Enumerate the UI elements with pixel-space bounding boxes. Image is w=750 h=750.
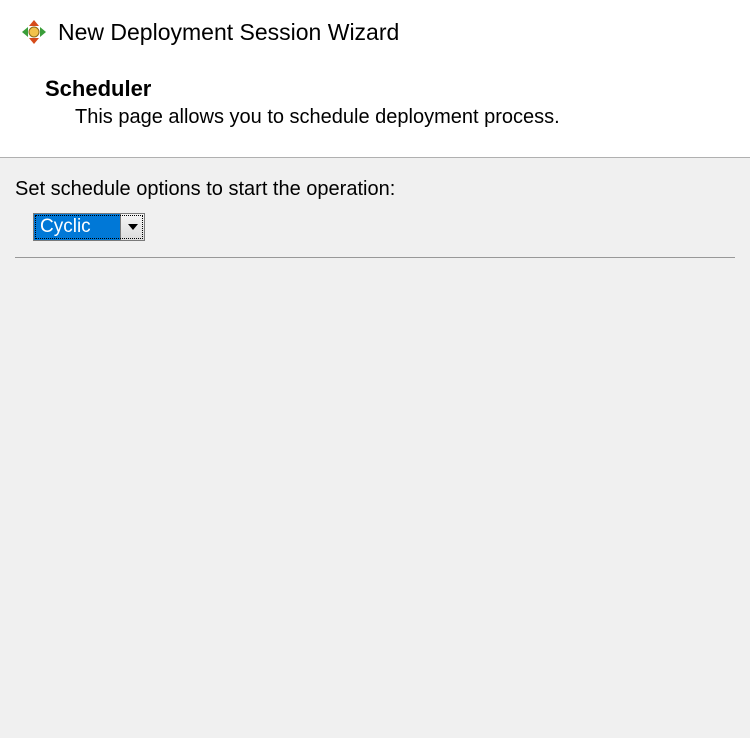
schedule-dropdown[interactable]: Cyclic xyxy=(33,213,145,241)
schedule-option-label: Set schedule options to start the operat… xyxy=(15,178,735,201)
schedule-dropdown-value: Cyclic xyxy=(34,214,120,240)
page-heading: Scheduler xyxy=(45,76,730,102)
chevron-down-icon xyxy=(128,224,138,230)
content-divider xyxy=(15,257,735,258)
schedule-dropdown-wrap: Cyclic xyxy=(33,213,145,241)
content-area: Set schedule options to start the operat… xyxy=(0,158,750,738)
title-row: New Deployment Session Wizard xyxy=(20,18,730,46)
wizard-icon xyxy=(20,18,48,46)
schedule-dropdown-button[interactable] xyxy=(120,214,144,240)
page-description: This page allows you to schedule deploym… xyxy=(75,106,730,129)
window-title: New Deployment Session Wizard xyxy=(58,19,399,46)
wizard-header: New Deployment Session Wizard Scheduler … xyxy=(0,0,750,157)
